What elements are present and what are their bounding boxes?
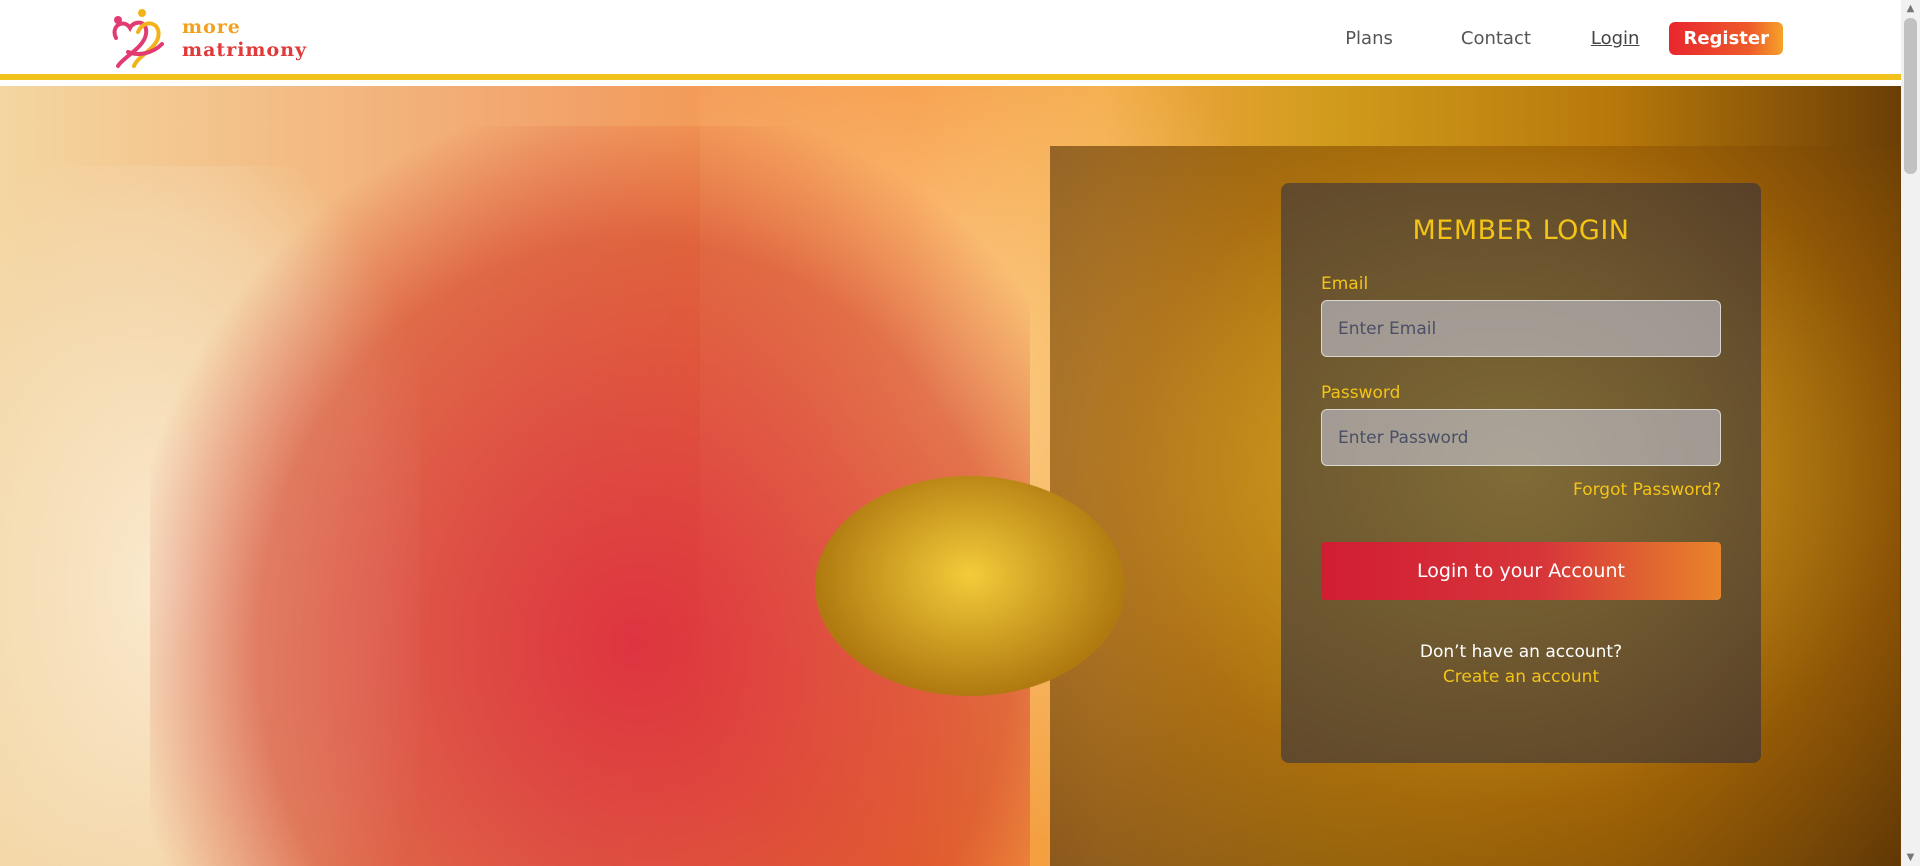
email-field[interactable] — [1321, 300, 1721, 357]
no-account-text: Don’t have an account? — [1419, 642, 1623, 662]
signup-prompt: Don’t have an account? Create an account — [1321, 640, 1721, 690]
forgot-password-link[interactable]: Forgot Password? — [1321, 480, 1721, 500]
logo-line1: more — [182, 16, 241, 38]
brand-logo[interactable]: more matrimony — [108, 8, 307, 70]
golden-bowl — [815, 476, 1125, 696]
main-nav: Plans Contact Login Register — [1345, 22, 1783, 55]
nav-login-link[interactable]: Login — [1591, 28, 1640, 49]
scroll-down-arrow-icon[interactable]: ▼ — [1901, 849, 1920, 866]
register-button[interactable]: Register — [1669, 22, 1783, 55]
scroll-up-arrow-icon[interactable]: ▲ — [1901, 0, 1920, 17]
password-field[interactable] — [1321, 409, 1721, 466]
logo-line2: matrimony — [182, 39, 308, 61]
logo-heart-icon — [112, 9, 164, 68]
nav-plans-link[interactable]: Plans — [1345, 28, 1393, 49]
email-label: Email — [1321, 274, 1369, 294]
login-submit-button[interactable]: Login to your Account — [1321, 542, 1721, 600]
top-header: more matrimony Plans Contact Login Regis… — [0, 0, 1901, 80]
login-title: MEMBER LOGIN — [1412, 215, 1630, 246]
scrollbar-thumb[interactable] — [1904, 18, 1917, 174]
nav-contact-link[interactable]: Contact — [1461, 28, 1531, 49]
vertical-scrollbar[interactable]: ▲ ▼ — [1901, 0, 1920, 866]
login-card: MEMBER LOGIN Email Password Forgot Passw… — [1281, 183, 1761, 763]
password-label: Password — [1321, 383, 1401, 403]
create-account-link[interactable]: Create an account — [1443, 667, 1599, 687]
